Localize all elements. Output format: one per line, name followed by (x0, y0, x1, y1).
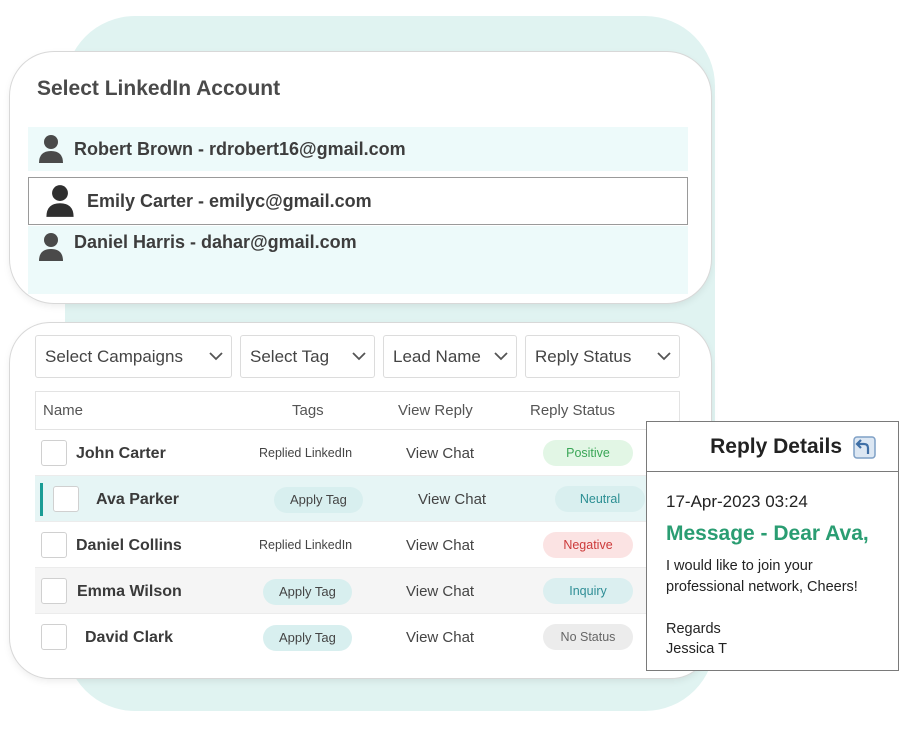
row-checkbox[interactable] (53, 486, 79, 512)
column-header-tags[interactable]: Tags (292, 402, 324, 419)
chevron-down-icon (494, 352, 508, 361)
reply-signoff: Regards Jessica T (666, 619, 727, 659)
reply-icon[interactable] (851, 434, 877, 460)
reply-details-header: Reply Details (647, 422, 898, 472)
lead-name: Ava Parker (96, 491, 180, 508)
view-chat-link[interactable]: View Chat (406, 629, 474, 646)
row-checkbox[interactable] (41, 578, 67, 604)
status-badge: Negative (543, 532, 633, 558)
lead-name: David Clark (85, 629, 174, 646)
column-header-view-reply[interactable]: View Reply (398, 402, 473, 419)
lead-name-dropdown[interactable]: Lead Name (383, 335, 517, 378)
reply-subject: Message - Dear Ava, (666, 522, 869, 545)
reply-regards: Regards (666, 621, 721, 637)
table-row[interactable]: David Clark Apply Tag View Chat No Statu… (35, 614, 680, 660)
chevron-down-icon (657, 352, 671, 361)
reply-message-body: I would like to join your professional n… (666, 558, 858, 595)
row-checkbox[interactable] (41, 440, 67, 466)
table-row[interactable]: John Carter Replied LinkedIn View Chat P… (35, 430, 680, 476)
view-chat-link[interactable]: View Chat (406, 583, 474, 600)
tag-label: Replied LinkedIn (259, 538, 353, 552)
user-icon (46, 185, 74, 217)
user-icon (39, 135, 63, 163)
tag-label: Replied LinkedIn (259, 446, 353, 460)
row-selected-indicator (40, 483, 43, 516)
reply-datetime: 17-Apr-2023 03:24 (666, 492, 808, 511)
view-chat-link[interactable]: View Chat (406, 537, 474, 554)
lead-name: Daniel Collins (76, 537, 182, 554)
reply-signature: Jessica T (666, 641, 727, 657)
lead-name: John Carter (76, 445, 166, 462)
account-option-label: Emily Carter - emilyc@gmail.com (87, 190, 372, 211)
chevron-down-icon (352, 352, 366, 361)
column-header-name[interactable]: Name (43, 402, 83, 419)
view-chat-link[interactable]: View Chat (406, 445, 474, 462)
select-tag-dropdown[interactable]: Select Tag (240, 335, 375, 378)
reply-details-panel: Reply Details 17-Apr-2023 03:24 Message … (646, 421, 899, 671)
dropdown-label: Select Campaigns (45, 346, 183, 366)
dropdown-label: Lead Name (393, 346, 481, 366)
account-option-label: Daniel Harris - dahar@gmail.com (74, 232, 357, 252)
table-row[interactable]: Emma Wilson Apply Tag View Chat Inquiry (35, 568, 680, 614)
table-header: Name Tags View Reply Reply Status (35, 391, 680, 430)
status-badge: Inquiry (543, 578, 633, 604)
dropdown-label: Select Tag (250, 346, 330, 366)
account-option-emily-carter[interactable]: Emily Carter - emilyc@gmail.com (28, 177, 688, 225)
chevron-down-icon (209, 352, 223, 361)
view-chat-link[interactable]: View Chat (418, 491, 486, 508)
reply-details-title: Reply Details (710, 434, 842, 458)
select-campaigns-dropdown[interactable]: Select Campaigns (35, 335, 232, 378)
apply-tag-button[interactable]: Apply Tag (263, 625, 352, 651)
account-option-label: Robert Brown - rdrobert16@gmail.com (74, 138, 406, 159)
account-selector-title: Select LinkedIn Account (37, 77, 281, 100)
row-checkbox[interactable] (41, 624, 67, 650)
apply-tag-button[interactable]: Apply Tag (274, 487, 363, 513)
status-badge: Neutral (555, 486, 645, 512)
lead-name: Emma Wilson (77, 583, 182, 600)
table-row[interactable]: Daniel Collins Replied LinkedIn View Cha… (35, 522, 680, 568)
status-badge: No Status (543, 624, 633, 650)
account-option-daniel-harris[interactable]: Daniel Harris - dahar@gmail.com (28, 226, 688, 294)
user-icon (39, 233, 63, 261)
column-header-reply-status[interactable]: Reply Status (530, 402, 615, 419)
dropdown-label: Reply Status (535, 346, 632, 366)
row-checkbox[interactable] (41, 532, 67, 558)
account-option-robert-brown[interactable]: Robert Brown - rdrobert16@gmail.com (28, 127, 688, 171)
apply-tag-button[interactable]: Apply Tag (263, 579, 352, 605)
status-badge: Positive (543, 440, 633, 466)
leads-panel: Select Campaigns Select Tag Lead Name Re… (10, 323, 711, 678)
table-row[interactable]: Ava Parker Apply Tag View Chat Neutral (35, 476, 680, 522)
linkedin-account-selector: Select LinkedIn Account Robert Brown - r… (10, 52, 711, 303)
reply-status-dropdown[interactable]: Reply Status (525, 335, 680, 378)
